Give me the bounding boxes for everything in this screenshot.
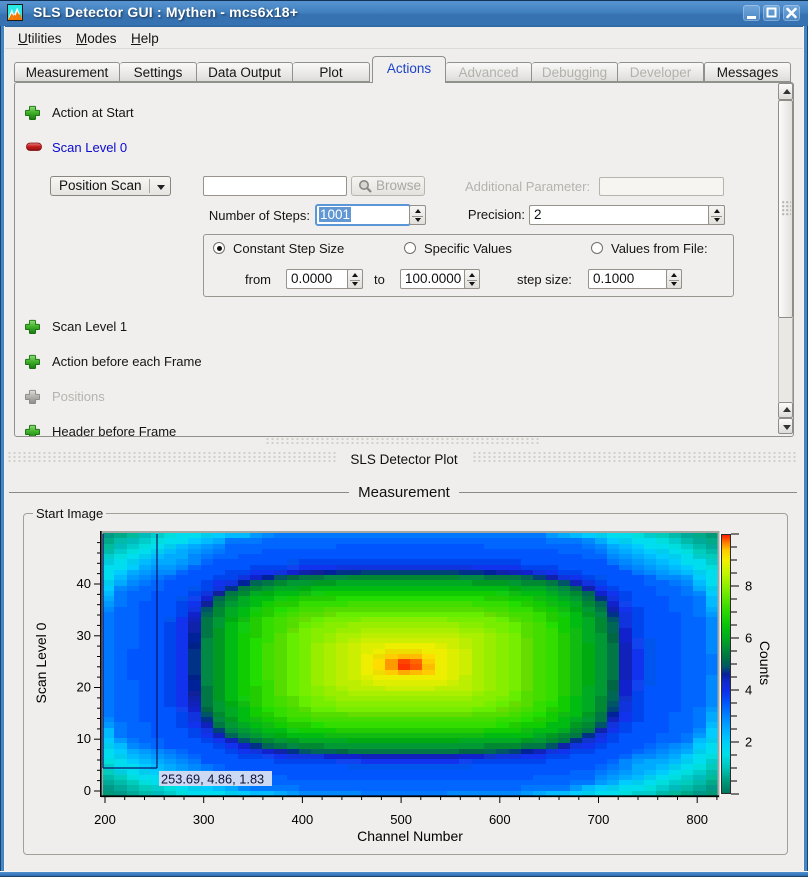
svg-text:400: 400: [292, 812, 314, 827]
svg-text:20: 20: [77, 680, 91, 695]
svg-text:6: 6: [745, 631, 752, 646]
svg-text:4: 4: [745, 683, 752, 698]
svg-text:600: 600: [489, 812, 511, 827]
svg-text:200: 200: [94, 812, 116, 827]
svg-text:40: 40: [77, 576, 91, 591]
svg-text:300: 300: [193, 812, 215, 827]
svg-text:8: 8: [745, 579, 752, 594]
svg-text:30: 30: [77, 628, 91, 643]
svg-text:Channel Number: Channel Number: [357, 828, 463, 844]
svg-text:2: 2: [745, 735, 752, 750]
svg-text:500: 500: [390, 812, 412, 827]
svg-text:Counts: Counts: [757, 641, 773, 685]
svg-text:0: 0: [84, 783, 91, 798]
svg-text:253.69, 4.86, 1.83: 253.69, 4.86, 1.83: [161, 772, 264, 787]
svg-text:800: 800: [686, 812, 708, 827]
svg-text:10: 10: [77, 731, 91, 746]
svg-text:Scan Level 0: Scan Level 0: [33, 622, 49, 703]
svg-text:700: 700: [588, 812, 610, 827]
